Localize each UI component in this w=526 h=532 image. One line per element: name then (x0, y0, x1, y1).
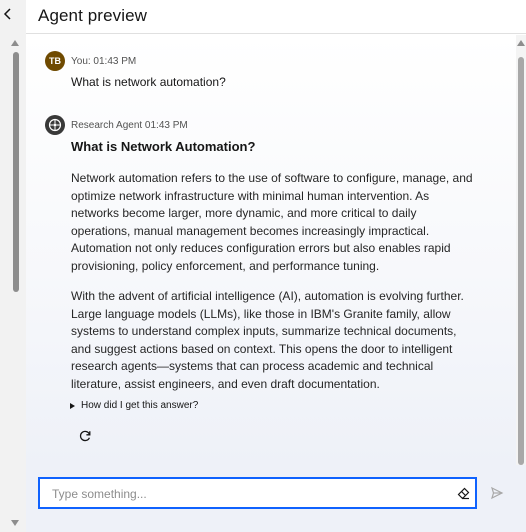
panel-title: Agent preview (38, 6, 148, 25)
message-composer (26, 465, 526, 532)
user-message-text: What is network automation? (71, 75, 226, 89)
agent-message-header: Research Agent 01:43 PM (45, 115, 188, 135)
user-message-header: TB You: 01:43 PM (45, 51, 136, 71)
outer-scrollbar[interactable] (0, 0, 26, 532)
caret-right-icon (70, 402, 75, 409)
eraser-icon[interactable] (456, 485, 472, 501)
answer-paragraph: With the advent of artificial intelligen… (71, 289, 464, 391)
message-input[interactable] (52, 486, 432, 502)
refresh-icon[interactable] (78, 429, 92, 443)
chat-scrollbar[interactable] (516, 35, 526, 465)
chat-scrollbar-thumb[interactable] (518, 57, 524, 465)
user-message-meta: You: 01:43 PM (71, 55, 137, 67)
panel-header: Agent preview (26, 0, 526, 34)
answer-title: What is Network Automation? (71, 139, 256, 154)
agent-message-meta: Research Agent 01:43 PM (71, 119, 188, 131)
send-icon[interactable] (487, 483, 507, 503)
message-input-box[interactable] (38, 477, 477, 509)
answer-details-toggle[interactable]: How did I get this answer? (70, 400, 198, 411)
agent-icon (45, 115, 65, 135)
details-label: How did I get this answer? (81, 400, 199, 411)
scroll-up-arrow-icon[interactable] (517, 40, 525, 46)
chat-area: TB You: 01:43 PM What is network automat… (26, 35, 516, 465)
user-avatar: TB (45, 51, 65, 71)
scroll-up-arrow-icon[interactable] (11, 40, 19, 46)
outer-scrollbar-thumb[interactable] (13, 52, 19, 292)
scroll-down-arrow-icon[interactable] (11, 520, 19, 526)
answer-paragraph: Network automation refers to the use of … (71, 171, 473, 273)
chevron-left-icon[interactable] (1, 5, 15, 23)
